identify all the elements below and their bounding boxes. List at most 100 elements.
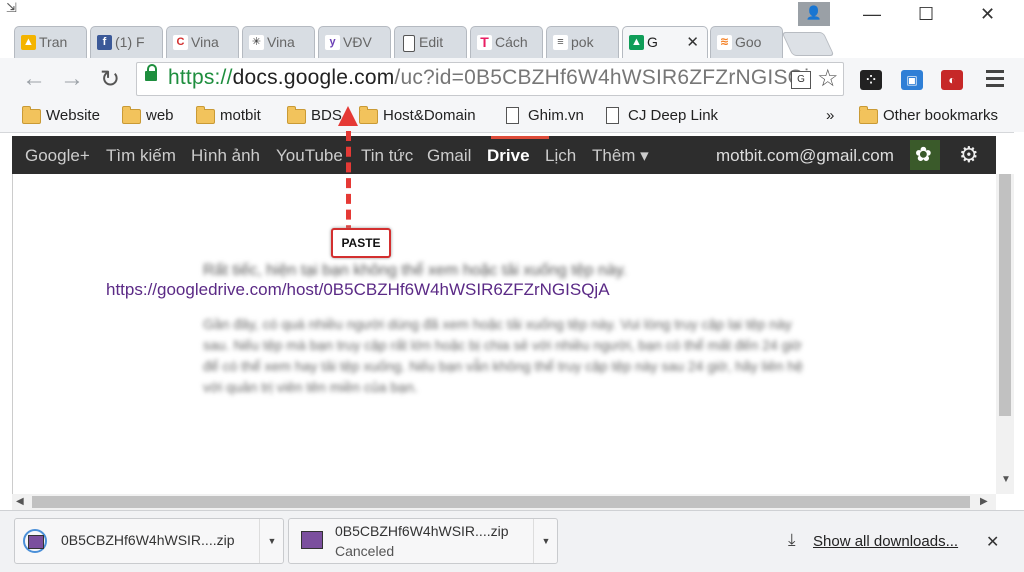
gbar-gmail[interactable]: Gmail <box>427 146 471 166</box>
gbar-more[interactable]: Thêm ▾ <box>592 146 649 166</box>
folder-icon <box>196 106 215 124</box>
google-drive-icon: ▲ <box>21 35 36 50</box>
incognito-extension-icon[interactable]: ◐ <box>941 70 963 90</box>
tab-label: Edit <box>419 34 444 50</box>
google-drive-icon: ▲ <box>629 35 644 50</box>
minimize-button[interactable]: — <box>863 4 881 25</box>
bookmark-page[interactable]: Ghim.vn <box>504 107 584 124</box>
browser-toolbar: ← → ↻ https://docs.google.com/uc?id=0B5C… <box>0 58 1024 102</box>
page-icon <box>506 107 519 124</box>
other-bookmarks[interactable]: Other bookmarks <box>859 106 999 124</box>
tab-label: Cách <box>495 34 528 50</box>
back-button[interactable]: ← <box>22 65 46 93</box>
bookmark-folder[interactable]: web <box>122 106 174 124</box>
gbar-images[interactable]: Hình ảnh <box>191 146 260 166</box>
maximize-button[interactable]: ☐ <box>918 4 934 25</box>
reload-button[interactable]: ↻ <box>100 65 120 94</box>
lock-icon <box>145 64 157 81</box>
scroll-left-arrow-icon[interactable]: ◀ <box>16 496 24 507</box>
asterisk-icon: ✳ <box>249 35 264 50</box>
gbar-google-plus[interactable]: Google+ <box>25 146 90 166</box>
close-downloads-bar-button[interactable]: ✕ <box>986 532 999 552</box>
download-item[interactable]: 0B5CBZHf6W4hWSIR....zip ▼ <box>14 518 284 564</box>
profile-button[interactable]: 👤 <box>798 2 830 26</box>
google-bar: Google+ Tìm kiếm Hình ảnh YouTube Tin tứ… <box>12 136 996 174</box>
tab-3[interactable]: ✳ Vina <box>242 26 315 58</box>
bookmark-label: Other bookmarks <box>883 107 999 124</box>
tab-label: Goo <box>735 34 762 50</box>
horizontal-scrollbar[interactable]: ◀ ▶ <box>12 494 996 510</box>
paste-annotation-label: PASTE <box>331 228 391 258</box>
list-icon: ≡ <box>553 35 568 50</box>
tab-label: Vina <box>267 34 295 50</box>
tab-5[interactable]: Edit <box>394 26 467 58</box>
y-logo-icon: y <box>325 35 340 50</box>
vertical-scrollbar[interactable]: ▼ <box>996 174 1014 494</box>
active-indicator <box>491 136 549 139</box>
folder-icon <box>22 106 41 124</box>
tab-8-active[interactable]: ▲ G ✕ <box>622 26 708 58</box>
bookmark-folder[interactable]: Website <box>22 106 100 124</box>
bookmark-page[interactable]: CJ Deep Link <box>604 107 718 124</box>
url-path: /uc?id=0B5CBZHf6W4hWSIR6ZFZrNGISQj <box>394 66 810 89</box>
tab-1[interactable]: f (1) F <box>90 26 163 58</box>
tab-9[interactable]: ≋ Goo <box>710 26 783 58</box>
page-icon <box>606 107 619 124</box>
stack-icon: ≋ <box>717 35 732 50</box>
bookmark-label: motbit <box>220 107 261 124</box>
tab-7[interactable]: ≡ pok <box>546 26 619 58</box>
new-tab-button[interactable] <box>781 32 835 56</box>
download-filename: 0B5CBZHf6W4hWSIR....zip <box>61 532 235 548</box>
bookmark-folder[interactable]: BDS <box>287 106 342 124</box>
bookmarks-bar: Website web motbit BDS Host&Domain Ghim.… <box>0 102 1024 133</box>
tab-label: pok <box>571 34 594 50</box>
bookmark-label: web <box>146 107 174 124</box>
bookmark-label: Ghim.vn <box>528 107 584 124</box>
tab-2[interactable]: C Vina <box>166 26 239 58</box>
translate-icon[interactable]: G <box>791 71 811 89</box>
gbar-search[interactable]: Tìm kiếm <box>106 146 176 166</box>
avatar[interactable] <box>910 140 940 170</box>
download-item[interactable]: 0B5CBZHf6W4hWSIR....zip Canceled ▼ <box>288 518 558 564</box>
annotation-arrow-head <box>338 106 358 126</box>
document-icon <box>403 35 415 52</box>
tab-0[interactable]: ▲ Tran <box>14 26 87 58</box>
horizontal-scroll-thumb[interactable] <box>32 496 970 508</box>
bookmark-star-icon[interactable]: ☆ <box>817 64 839 93</box>
gbar-calendar[interactable]: Lịch <box>545 146 576 166</box>
paste-url-annotation: https://googledrive.com/host/0B5CBZHf6W4… <box>106 280 610 299</box>
tab-label: G <box>647 34 658 50</box>
gbar-news[interactable]: Tin tức <box>361 146 413 166</box>
gbar-drive[interactable]: Drive <box>487 146 530 166</box>
bookmark-label: Host&Domain <box>383 107 476 124</box>
account-email[interactable]: motbit.com@gmail.com <box>716 146 894 166</box>
bookmark-folder[interactable]: motbit <box>196 106 261 124</box>
close-window-button[interactable]: ✕ <box>980 4 995 25</box>
tab-4[interactable]: y VĐV <box>318 26 391 58</box>
url-text[interactable]: https://docs.google.com/uc?id=0B5CBZHf6W… <box>168 66 809 90</box>
scroll-down-arrow-icon[interactable]: ▼ <box>1001 474 1011 485</box>
blurred-error-title: Rất tiếc, hiện tại bạn không thể xem hoặ… <box>203 262 627 279</box>
scroll-right-arrow-icon[interactable]: ▶ <box>980 496 988 507</box>
folder-icon <box>859 106 878 124</box>
chrome-menu-button[interactable] <box>986 70 1004 91</box>
forward-button[interactable]: → <box>60 65 84 93</box>
address-bar[interactable]: https://docs.google.com/uc?id=0B5CBZHf6W… <box>136 62 844 96</box>
blackberry-extension-icon[interactable]: ⁘ <box>860 70 882 90</box>
gbar-youtube[interactable]: YouTube <box>276 146 343 166</box>
extension-icon[interactable]: ▣ <box>901 70 923 90</box>
bookmarks-overflow-button[interactable]: » <box>802 107 834 124</box>
facebook-icon: f <box>97 35 112 50</box>
gear-icon[interactable]: ⚙ <box>959 142 979 168</box>
person-icon: 👤 <box>805 5 823 20</box>
download-menu-button[interactable]: ▼ <box>259 519 284 563</box>
page-content: Rất tiếc, hiện tại bạn không thể xem hoặ… <box>12 174 997 494</box>
bookmark-folder[interactable]: Host&Domain <box>359 106 476 124</box>
tab-strip: ⇲ ▲ Tran f (1) F C Vina ✳ Vina y VĐV Edi… <box>0 0 1024 58</box>
vertical-scroll-thumb[interactable] <box>999 174 1011 416</box>
url-host: docs.google.com <box>232 66 395 89</box>
tab-6[interactable]: T Cách <box>470 26 543 58</box>
tab-close-icon[interactable]: ✕ <box>686 27 699 58</box>
show-all-downloads-link[interactable]: Show all downloads... <box>813 533 958 550</box>
download-menu-button[interactable]: ▼ <box>533 519 558 563</box>
